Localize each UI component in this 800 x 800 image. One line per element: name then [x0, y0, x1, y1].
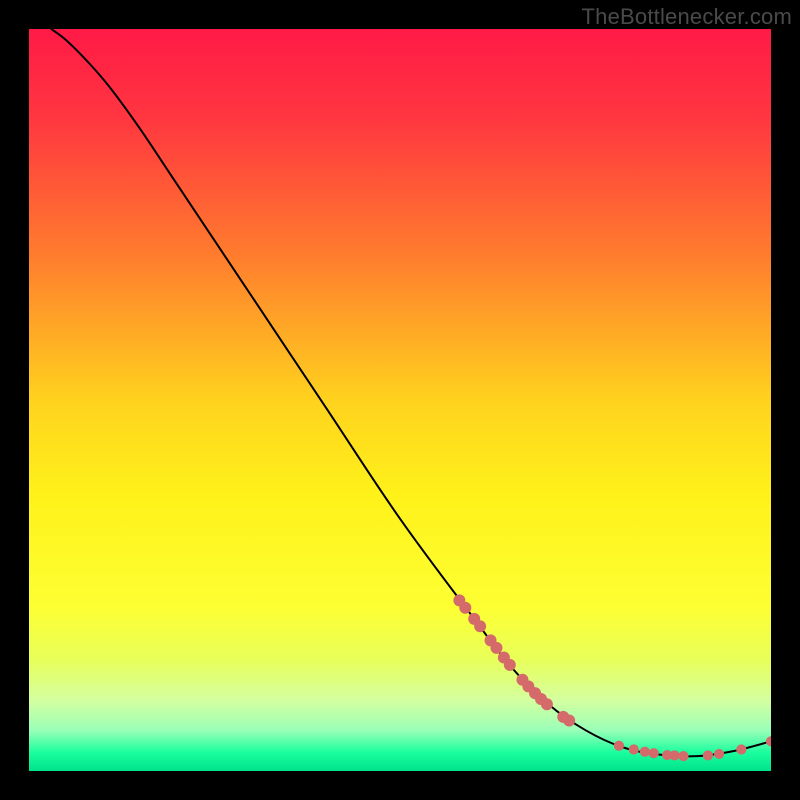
curve-marker — [541, 698, 553, 710]
chart-frame: TheBottlenecker.com — [0, 0, 800, 800]
gradient-background — [29, 29, 771, 771]
plot-area — [29, 29, 771, 771]
curve-marker — [649, 748, 659, 758]
curve-marker — [678, 751, 688, 761]
curve-marker — [640, 747, 650, 757]
curve-marker — [504, 659, 516, 671]
curve-marker — [614, 741, 624, 751]
curve-marker — [714, 749, 724, 759]
curve-marker — [474, 620, 486, 632]
curve-marker — [490, 642, 502, 654]
curve-marker — [459, 602, 471, 614]
chart-svg — [29, 29, 771, 771]
curve-marker — [736, 744, 746, 754]
curve-marker — [703, 750, 713, 760]
curve-marker — [669, 750, 679, 760]
curve-marker — [629, 744, 639, 754]
watermark-text: TheBottlenecker.com — [582, 4, 792, 30]
curve-marker — [563, 715, 575, 727]
